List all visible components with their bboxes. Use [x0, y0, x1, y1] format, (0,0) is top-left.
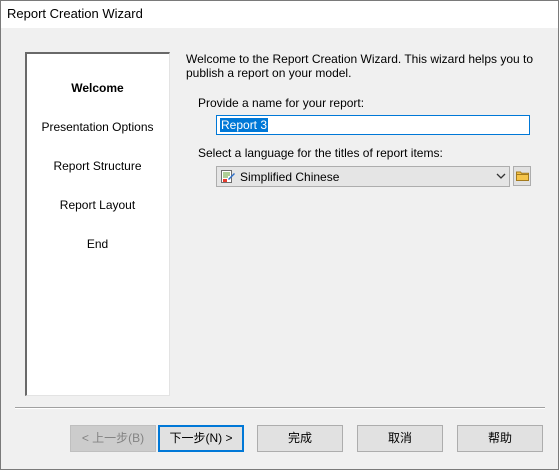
window-title: Report Creation Wizard: [7, 6, 143, 21]
cancel-button[interactable]: 取消: [357, 425, 443, 452]
language-select[interactable]: Simplified Chinese: [216, 166, 510, 187]
footer-divider: [15, 407, 545, 409]
title-bar: Report Creation Wizard: [0, 0, 559, 28]
folder-icon: [516, 171, 529, 181]
language-label: Select a language for the titles of repo…: [198, 146, 443, 160]
finish-button[interactable]: 完成: [257, 425, 343, 452]
back-button[interactable]: < 上一步(B): [70, 425, 156, 452]
step-presentation-options: Presentation Options: [41, 120, 154, 134]
language-value: Simplified Chinese: [240, 170, 340, 184]
step-report-structure: Report Structure: [53, 159, 142, 173]
step-end: End: [86, 237, 109, 251]
next-button[interactable]: 下一步(N) >: [158, 425, 244, 452]
step-report-layout: Report Layout: [59, 198, 136, 212]
browse-button[interactable]: [513, 166, 531, 186]
wizard-steps-panel: Welcome Presentation Options Report Stru…: [25, 52, 170, 396]
language-icon: [221, 170, 235, 183]
help-button[interactable]: 帮助: [457, 425, 543, 452]
report-name-value: Report 3: [220, 118, 269, 132]
report-name-input[interactable]: Report 3: [216, 115, 530, 135]
chevron-down-icon: [496, 173, 506, 179]
report-name-label: Provide a name for your report:: [198, 96, 365, 110]
step-welcome: Welcome: [71, 81, 124, 95]
intro-text: Welcome to the Report Creation Wizard. T…: [186, 52, 534, 80]
